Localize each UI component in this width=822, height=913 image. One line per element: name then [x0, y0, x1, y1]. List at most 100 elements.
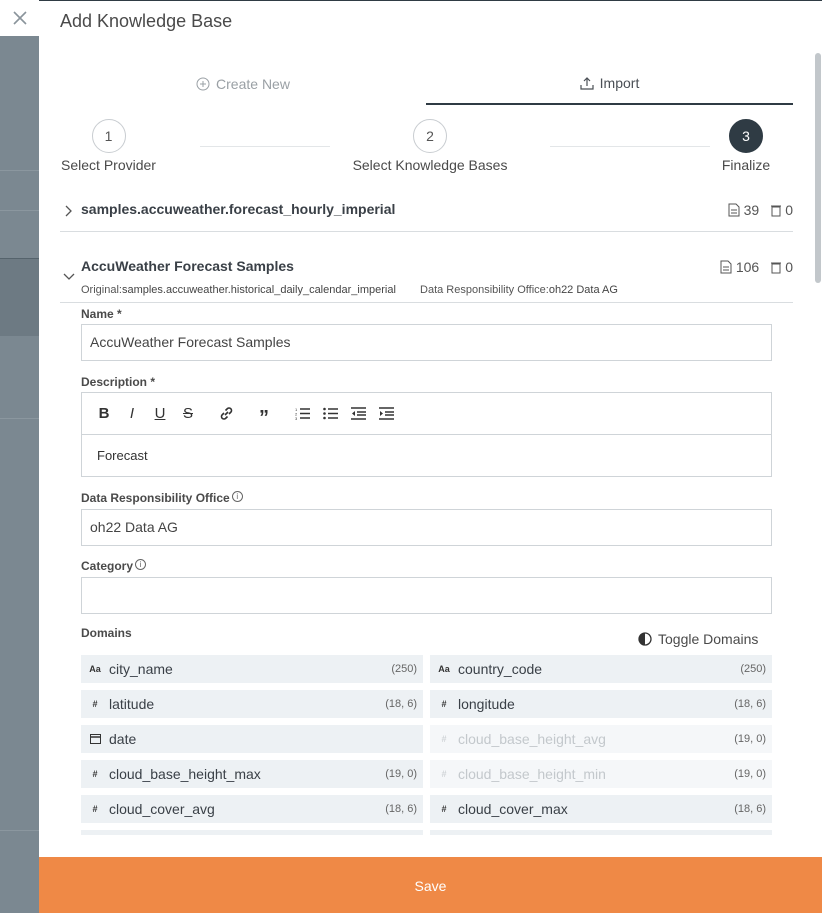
- indent-icon[interactable]: [378, 406, 394, 422]
- domain-item[interactable]: # latitude (18, 6): [81, 690, 423, 718]
- domain-item[interactable]: date: [81, 725, 423, 753]
- kb-stats: 39 0: [728, 202, 793, 218]
- domains-grid: Aa city_name (250) Aa country_code (250)…: [81, 655, 772, 835]
- text-type-icon: Aa: [438, 664, 450, 674]
- underline-icon[interactable]: U: [152, 405, 168, 422]
- plus-circle-icon: [196, 77, 210, 91]
- step-label: Select Provider: [61, 157, 156, 173]
- domain-item[interactable]: # cloud_base_height_avg (19, 0): [430, 725, 772, 753]
- category-label: Category i: [81, 559, 147, 573]
- dro-label-text: Data Responsibility Office: [81, 491, 230, 505]
- tab-import[interactable]: Import: [426, 63, 793, 105]
- save-button[interactable]: Save: [39, 857, 822, 913]
- bold-icon[interactable]: B: [96, 405, 112, 422]
- domain-name: longitude: [458, 696, 515, 712]
- domain-item[interactable]: Aa country_code (250): [430, 655, 772, 683]
- strikethrough-icon[interactable]: S: [180, 405, 196, 422]
- domain-name: latitude: [109, 696, 155, 712]
- domain-precision: (250): [740, 663, 766, 675]
- domain-precision: (18, 6): [385, 803, 417, 815]
- close-icon: [13, 11, 27, 25]
- domain-name: cloud_base_height_max: [109, 766, 261, 782]
- step-number: 1: [91, 119, 126, 153]
- domain-item[interactable]: # longitude (18, 6): [430, 690, 772, 718]
- domain-precision: (18, 6): [734, 698, 766, 710]
- domain-precision: (18, 6): [385, 698, 417, 710]
- document-icon: [728, 203, 740, 217]
- tab-create-new[interactable]: Create New: [60, 63, 426, 105]
- dro-meta-label: Data Responsibility Office:: [420, 284, 549, 296]
- domain-name: cloud_cover_max: [458, 801, 568, 817]
- domains-label: Domains: [81, 626, 132, 640]
- number-type-icon: #: [92, 769, 98, 779]
- domain-item[interactable]: [430, 830, 772, 835]
- bg-block: [0, 258, 40, 336]
- tabs: Create New Import: [60, 63, 793, 105]
- step-2: 2 Select Knowledge Bases: [351, 119, 509, 173]
- description-input[interactable]: Forecast: [82, 435, 771, 476]
- step-connector: [200, 146, 330, 147]
- background-app: [0, 0, 40, 913]
- italic-icon[interactable]: I: [124, 405, 140, 422]
- number-type-icon: #: [92, 804, 98, 814]
- domain-item[interactable]: # cloud_base_height_min (19, 0): [430, 760, 772, 788]
- domain-name: country_code: [458, 661, 543, 677]
- domain-name: date: [109, 731, 137, 747]
- scrollbar[interactable]: [815, 53, 821, 283]
- name-input[interactable]: AccuWeather Forecast Samples: [81, 324, 772, 361]
- number-type-icon: #: [441, 734, 447, 744]
- step-number: 3: [729, 119, 763, 153]
- domain-item[interactable]: # cloud_cover_max (18, 6): [430, 795, 772, 823]
- step-3: 3 Finalize: [720, 119, 772, 173]
- kb-item-count: 0: [785, 202, 793, 218]
- domain-item[interactable]: # cloud_base_height_max (19, 0): [81, 760, 423, 788]
- domain-item[interactable]: # cloud_cover_avg (18, 6): [81, 795, 423, 823]
- toggle-domains-button[interactable]: Toggle Domains: [638, 631, 758, 647]
- bg-divider: [0, 210, 40, 211]
- number-type-icon: #: [441, 699, 447, 709]
- number-type-icon: #: [92, 699, 98, 709]
- divider: [60, 231, 793, 232]
- domain-item[interactable]: [81, 830, 423, 835]
- description-editor: B I U S ” 123 Forecast: [81, 392, 772, 477]
- bg-divider: [0, 418, 40, 419]
- trash-icon: [771, 205, 782, 216]
- category-label-text: Category: [81, 559, 134, 573]
- name-label: Name *: [81, 307, 122, 321]
- domain-name: cloud_base_height_avg: [458, 731, 606, 747]
- kb-row-expanded[interactable]: AccuWeather Forecast Samples 106 0: [63, 258, 793, 280]
- tab-create-new-label: Create New: [216, 76, 290, 92]
- link-icon[interactable]: [218, 406, 234, 422]
- quote-icon[interactable]: ”: [256, 406, 272, 428]
- close-button[interactable]: [0, 0, 40, 36]
- domain-precision: (19, 0): [734, 768, 766, 780]
- calendar-icon: [81, 733, 109, 746]
- bg-divider: [0, 830, 40, 831]
- outdent-icon[interactable]: [350, 406, 366, 422]
- ordered-list-icon[interactable]: 123: [294, 406, 310, 422]
- svg-text:3: 3: [295, 416, 298, 420]
- kb-stats: 106 0: [720, 259, 793, 275]
- category-input[interactable]: [81, 577, 772, 614]
- trash-icon: [771, 262, 782, 273]
- bullet-list-icon[interactable]: [322, 406, 338, 422]
- chevron-right-icon[interactable]: [63, 205, 75, 217]
- stepper: 1 Select Provider 2 Select Knowledge Bas…: [60, 119, 772, 175]
- bg-divider: [0, 170, 40, 171]
- kb-doc-count: 106: [735, 259, 760, 275]
- kb-name: samples.accuweather.forecast_hourly_impe…: [81, 201, 396, 217]
- info-icon[interactable]: i: [231, 491, 243, 502]
- domain-item[interactable]: Aa city_name (250): [81, 655, 423, 683]
- domain-precision: (19, 0): [734, 733, 766, 745]
- info-icon[interactable]: i: [135, 559, 147, 570]
- dro-input[interactable]: oh22 Data AG: [81, 509, 772, 546]
- domain-name: city_name: [109, 661, 173, 677]
- kb-row-collapsed[interactable]: samples.accuweather.forecast_hourly_impe…: [65, 201, 793, 218]
- dro-meta-value: oh22 Data AG: [548, 284, 618, 296]
- toggle-domains-label: Toggle Domains: [658, 631, 759, 647]
- chevron-down-icon[interactable]: [63, 271, 75, 283]
- original-value: samples.accuweather.historical_daily_cal…: [121, 284, 396, 296]
- tab-import-label: Import: [599, 75, 640, 91]
- contrast-icon: [638, 632, 652, 646]
- kb-doc-count: 39: [743, 202, 760, 218]
